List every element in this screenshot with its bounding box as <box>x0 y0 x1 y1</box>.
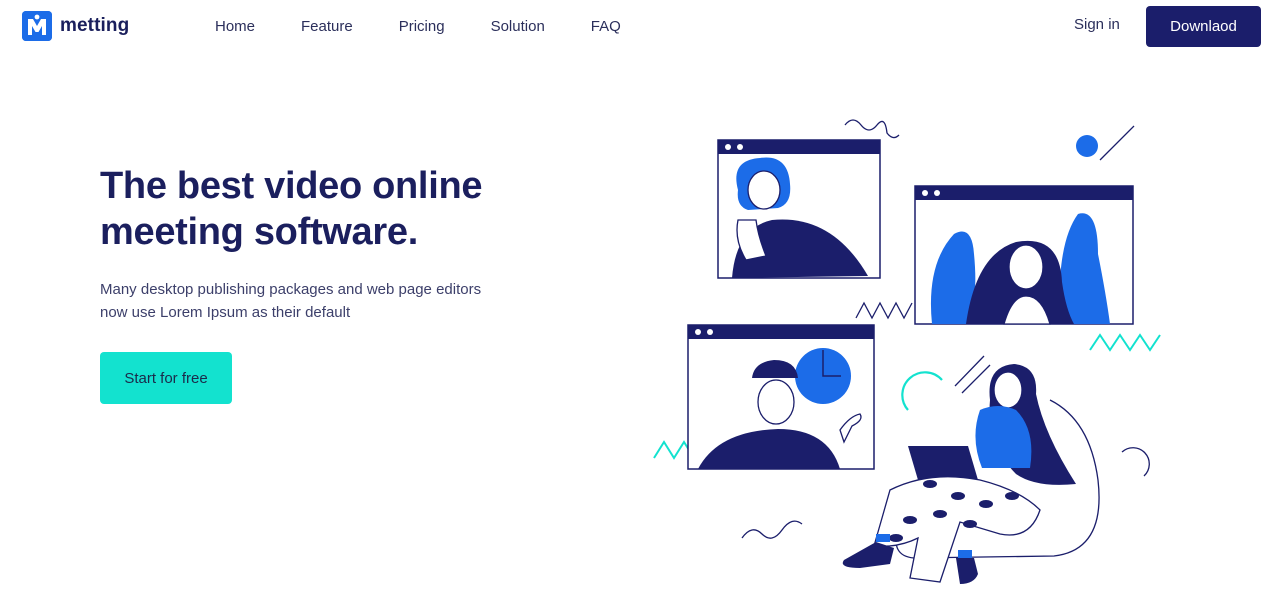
brand-name: metting <box>60 15 130 36</box>
signin-link[interactable]: Sign in <box>1074 16 1120 33</box>
main-menu: Home Feature Pricing Solution FAQ <box>215 18 667 36</box>
hero-title: The best video online meeting software. <box>100 163 560 255</box>
nav-item-home[interactable]: Home <box>215 18 255 36</box>
nav-item-feature[interactable]: Feature <box>301 18 353 36</box>
hero-title-line-2: meeting software. <box>100 211 418 253</box>
start-for-free-button[interactable]: Start for free <box>100 352 232 404</box>
logo-mark-icon <box>22 11 52 41</box>
nav-item-solution[interactable]: Solution <box>491 18 545 36</box>
video-call-illustration <box>640 110 1200 590</box>
brand-logo-link[interactable]: metting <box>22 11 129 41</box>
hero-subtitle: Many desktop publishing packages and web… <box>100 278 540 324</box>
hero-title-line-1: The best video online <box>100 165 483 207</box>
hero-subtitle-line-2: now use Lorem Ipsum as their default <box>100 304 351 321</box>
top-navbar: metting Home Feature Pricing Solution FA… <box>0 0 1280 54</box>
nav-item-pricing[interactable]: Pricing <box>399 18 445 36</box>
nav-item-faq[interactable]: FAQ <box>591 18 621 36</box>
download-button[interactable]: Downlaod <box>1146 6 1261 47</box>
hero-subtitle-line-1: Many desktop publishing packages and web… <box>100 281 482 298</box>
